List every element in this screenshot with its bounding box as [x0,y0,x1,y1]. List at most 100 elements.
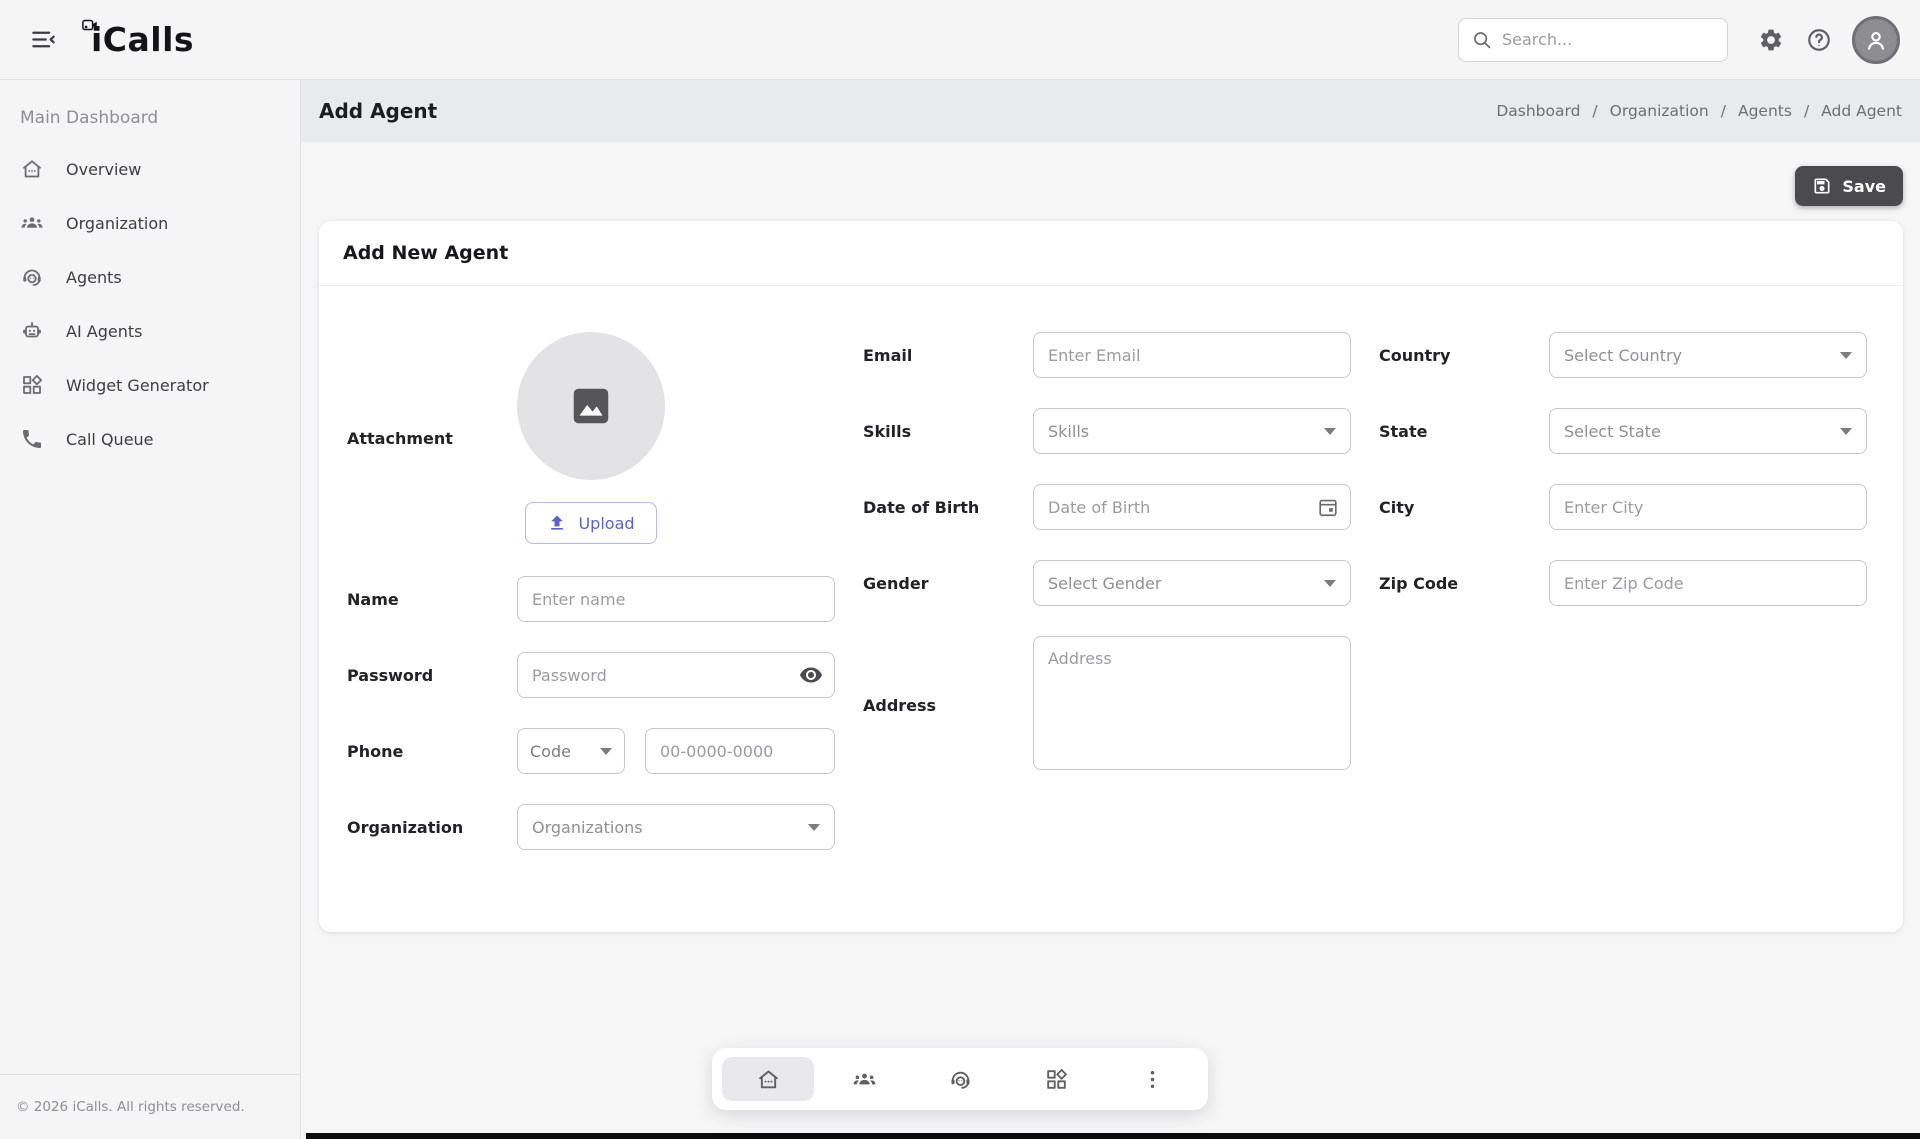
phone-number-input[interactable] [645,728,835,774]
breadcrumb-item-agents[interactable]: Agents [1738,102,1792,120]
gender-select[interactable]: Select Gender [1033,560,1351,606]
name-label: Name [347,590,517,609]
bottom-nav-organization[interactable] [818,1057,910,1101]
sidebar-item-label: Widget Generator [66,376,209,395]
organization-label: Organization [347,818,517,837]
page-title: Add Agent [319,99,437,123]
add-agent-card: Add New Agent Attachment [319,221,1903,932]
skills-label: Skills [863,422,1033,441]
country-select[interactable]: Select Country [1549,332,1867,378]
sidebar-item-label: AI Agents [66,322,142,341]
page-header-bar: Add Agent Dashboard / Organization / Age… [301,80,1920,142]
sidebar-item-overview[interactable]: Overview [0,142,300,196]
sidebar: Main Dashboard Overview [0,80,301,1139]
dob-label: Date of Birth [863,498,1033,517]
groups-icon [852,1067,877,1092]
sidebar-toggle-icon[interactable] [30,26,57,53]
robot-icon [20,319,44,343]
sidebar-section-title: Main Dashboard [0,80,300,142]
settings-gear-icon[interactable] [1758,27,1784,53]
gender-label: Gender [863,574,1033,593]
bottom-nav-agents[interactable] [914,1057,1006,1101]
sidebar-item-ai-agents[interactable]: AI Agents [0,304,300,358]
card-title: Add New Agent [319,221,1903,286]
save-button[interactable]: Save [1795,166,1903,206]
attachment-label: Attachment [347,429,517,448]
sidebar-nav: Overview Organization [0,142,300,1074]
city-label: City [1379,498,1549,517]
support-agent-icon [948,1067,973,1092]
phone-code-value: Code [530,742,571,761]
email-label: Email [863,346,1033,365]
person-icon [1863,27,1889,53]
form-column-2: Email Skills Skills [863,332,1351,850]
sidebar-item-label: Call Queue [66,430,154,449]
sidebar-item-label: Agents [66,268,122,287]
breadcrumb: Dashboard / Organization / Agents / Add … [1496,102,1902,120]
top-header: iCalls [0,0,1920,80]
app-root: iCalls [0,0,1920,1139]
skills-select-value: Skills [1048,422,1089,441]
logo-text: iCalls [85,20,194,59]
sidebar-item-widget-generator[interactable]: Widget Generator [0,358,300,412]
widgets-icon [20,373,44,397]
chevron-down-icon [600,748,612,755]
bottom-nav-home[interactable] [722,1057,814,1101]
zip-input[interactable] [1549,560,1867,606]
videocam-icon [81,16,99,38]
global-search [1458,18,1728,62]
sidebar-item-call-queue[interactable]: Call Queue [0,412,300,466]
organization-select[interactable]: Organizations [517,804,835,850]
email-input[interactable] [1033,332,1351,378]
more-vert-icon [1140,1067,1165,1092]
app-logo: iCalls [85,20,194,59]
bottom-nav-widgets[interactable] [1010,1057,1102,1101]
password-visibility-icon[interactable] [799,663,823,687]
breadcrumb-separator: / [1721,102,1726,120]
user-avatar[interactable] [1852,16,1900,64]
save-floppy-icon [1812,176,1832,196]
breadcrumb-separator: / [1804,102,1809,120]
groups-icon [20,211,44,235]
help-icon[interactable] [1806,27,1832,53]
name-input[interactable] [517,576,835,622]
main-area: Add Agent Dashboard / Organization / Age… [301,80,1920,1139]
phone-code-select[interactable]: Code [517,728,625,774]
copyright-footer: © 2026 iCalls. All rights reserved. [0,1074,300,1139]
state-select[interactable]: Select State [1549,408,1867,454]
breadcrumb-item-add-agent[interactable]: Add Agent [1821,102,1902,120]
bottom-nav [712,1048,1208,1110]
bottom-nav-more[interactable] [1106,1057,1198,1101]
password-label: Password [347,666,517,685]
chevron-down-icon [1840,428,1852,435]
gender-select-value: Select Gender [1048,574,1161,593]
city-input[interactable] [1549,484,1867,530]
breadcrumb-item-dashboard[interactable]: Dashboard [1496,102,1580,120]
sidebar-item-label: Organization [66,214,168,233]
widgets-icon [1044,1067,1069,1092]
sidebar-item-label: Overview [66,160,141,179]
home-icon [20,157,44,181]
chevron-down-icon [1324,428,1336,435]
phone-label: Phone [347,742,517,761]
chevron-down-icon [1324,580,1336,587]
attachment-preview [517,332,665,480]
breadcrumb-item-organization[interactable]: Organization [1610,102,1709,120]
zip-label: Zip Code [1379,574,1549,593]
address-textarea[interactable] [1033,636,1351,770]
save-button-label: Save [1842,177,1886,196]
breadcrumb-separator: / [1592,102,1597,120]
sidebar-item-agents[interactable]: Agents [0,250,300,304]
horizontal-scrollbar[interactable] [306,1133,1920,1139]
password-input[interactable] [517,652,835,698]
sidebar-item-organization[interactable]: Organization [0,196,300,250]
image-placeholder-icon [568,383,614,429]
calendar-icon[interactable] [1317,496,1339,518]
search-input[interactable] [1502,30,1715,49]
skills-select[interactable]: Skills [1033,408,1351,454]
country-label: Country [1379,346,1549,365]
state-label: State [1379,422,1549,441]
organization-select-value: Organizations [532,818,643,837]
dob-input[interactable] [1033,484,1351,530]
upload-button[interactable]: Upload [525,502,656,544]
